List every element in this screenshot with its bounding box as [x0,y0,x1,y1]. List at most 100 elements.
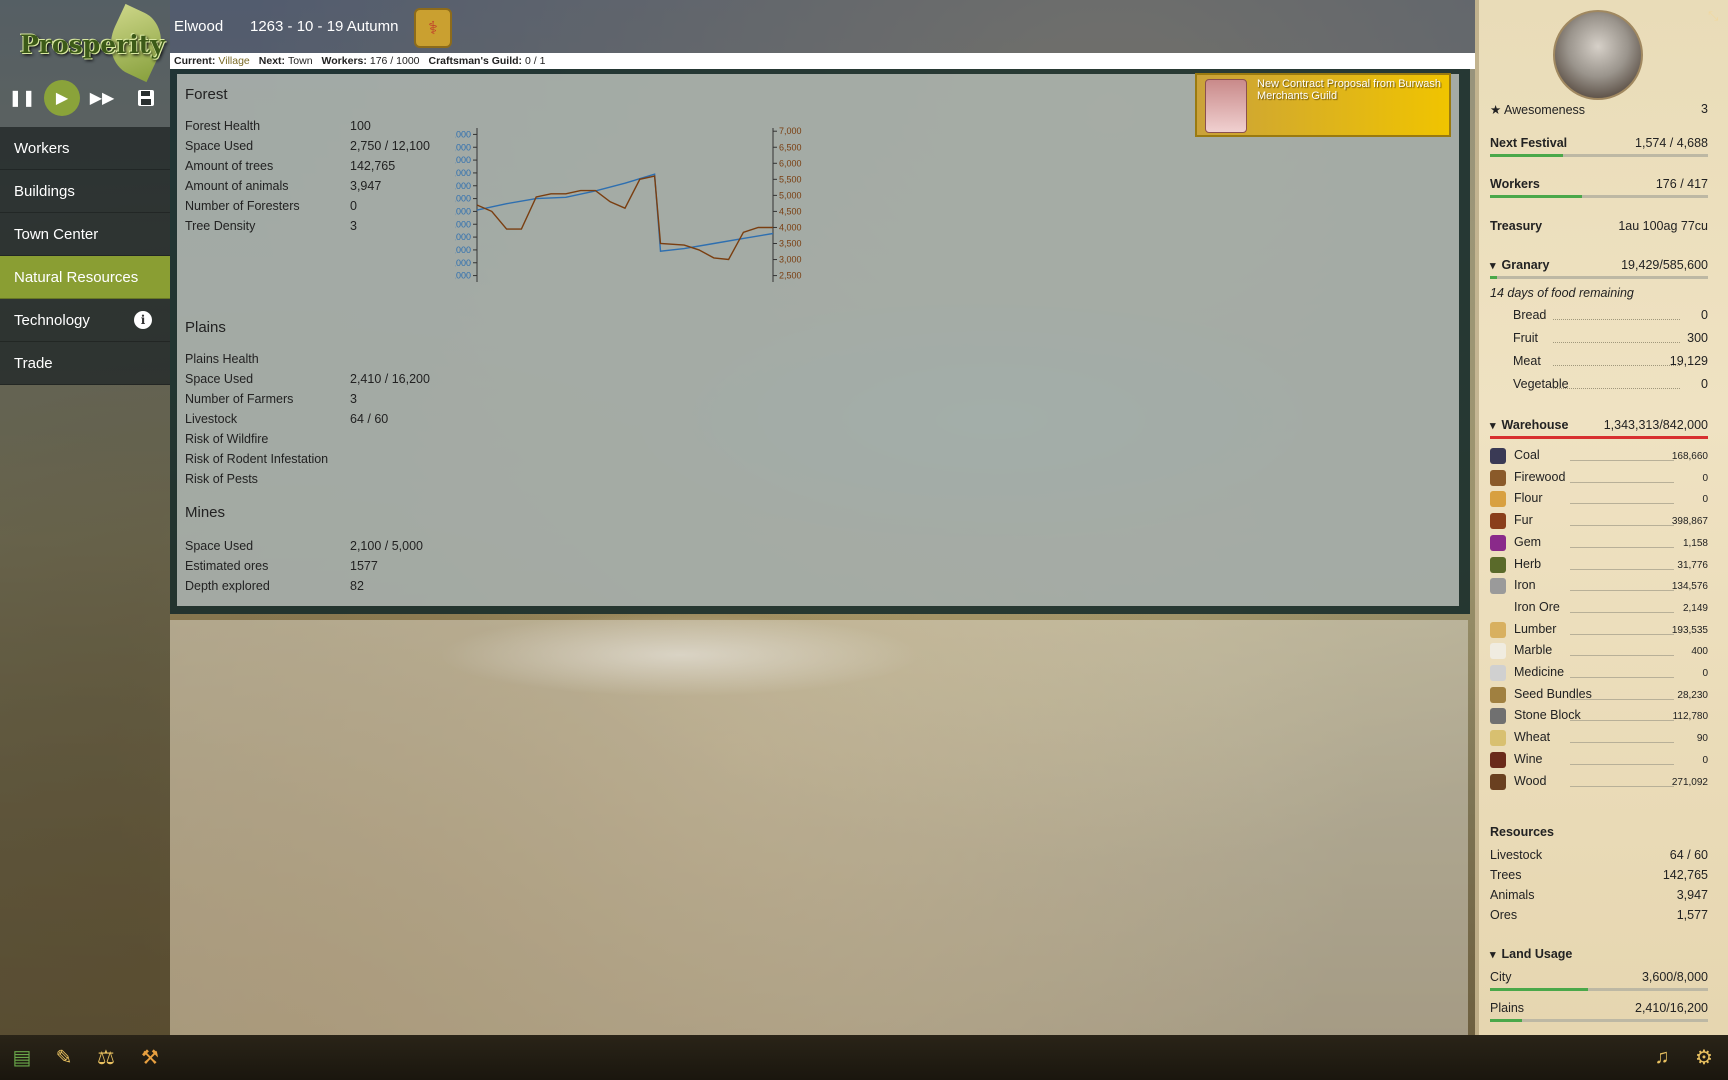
item-value: 400 [1691,646,1708,658]
nav-item-natural-resources[interactable]: Natural Resources [0,256,170,299]
row-label: Number of Farmers [185,392,294,406]
land-city-bar [1490,988,1708,991]
pause-icon[interactable]: ❚❚ [9,86,36,110]
granary-header[interactable]: ▾ Granary 19,429/585,600 [1490,258,1708,279]
row-value: 3 [350,392,357,406]
item-value: 31,776 [1677,559,1708,571]
scales-icon[interactable]: ⚖ [92,1043,120,1071]
current-value: Village [218,55,250,67]
top-header: Elwood 1263 - 10 - 19 Autumn ⚕ [170,0,1475,53]
land-row-city: City 3,600/8,000 [1490,970,1708,991]
fur-icon [1490,513,1506,530]
item-value: 271,092 [1671,776,1708,788]
fast-forward-icon[interactable]: ▶▶ [90,86,115,110]
nav-item-buildings[interactable]: Buildings [0,170,170,213]
advisor-badge-icon[interactable]: ⚕ [414,8,452,48]
right-axis-tick-label: 5,500 [779,174,802,184]
nav-item-label: Town Center [14,225,99,243]
gavel-icon[interactable]: ⚒ [136,1043,164,1071]
medicine-icon [1490,665,1506,681]
wheat-icon [1490,730,1506,747]
resource-row: Ores 1,577 [1490,908,1708,924]
contract-notification[interactable]: New Contract Proposal from Burwash Merch… [1195,73,1451,137]
gear-icon[interactable]: ⚙ [1690,1043,1718,1071]
land-row-plains: Plains 2,410/16,200 [1490,1001,1708,1022]
granary-item: Meat 19,129 [1513,354,1708,370]
warehouse-item: Iron Ore 2,149 [1490,599,1708,617]
land-usage-header[interactable]: ▾ Land Usage [1490,947,1708,963]
fullscreen-icon[interactable]: ⤡ [1708,8,1722,23]
item-value: 1,158 [1682,537,1708,549]
panel-edge [1475,0,1479,1035]
warehouse-capacity-fill [1490,436,1708,439]
natural-resources-panel: Forest Forest Health 100 Space Used 2,750 … [170,69,1470,614]
item-label: Fur [1514,513,1533,528]
mines-row: Estimated ores 1577 [185,559,378,573]
left-axis-tick-label: 120,000 [455,258,471,268]
item-value: 300 [1687,331,1708,345]
flour-icon [1490,491,1506,508]
item-label: Bread [1513,308,1547,322]
item-label: Gem [1514,534,1542,549]
row-label: Tree Density [185,219,256,233]
info-icon[interactable]: i [134,311,152,329]
forest-title: Forest [185,86,228,103]
granary-item: Vegetable 0 [1513,377,1708,393]
resource-row: Animals 3,947 [1490,888,1708,904]
forest-row: Tree Density 3 [185,219,357,233]
workers-progress-bar [1490,195,1708,198]
workers-label: Workers [1490,177,1540,191]
warehouse-item: Herb 31,776 [1490,556,1708,574]
save-icon[interactable] [134,86,158,110]
firewood-icon [1490,469,1506,486]
resource-row: Trees 142,765 [1490,868,1708,884]
warehouse-item: Marble 400 [1490,642,1708,660]
row-value: 142,765 [350,159,396,173]
forest-row: Number of Foresters 0 [185,199,357,213]
music-icon[interactable]: ♫ [1648,1043,1676,1071]
item-label: Meat [1513,354,1541,368]
row-label: Amount of trees [185,159,274,173]
resource-label: Livestock [1490,848,1543,862]
nav-item-town-center[interactable]: Town Center [0,213,170,256]
row-label: Space Used [185,139,254,153]
warehouse-item: Lumber 193,535 [1490,621,1708,639]
ledger-icon[interactable]: ▤ [8,1043,36,1071]
nav-item-workers[interactable]: Workers [0,127,170,170]
item-label: Herb [1514,556,1542,571]
resource-value: 1,577 [1676,908,1708,922]
warehouse-header[interactable]: ▾ Warehouse 1,343,313/842,000 [1490,418,1708,439]
left-axis-tick-label: 170,000 [455,194,471,204]
item-value: 2,149 [1682,602,1708,614]
warehouse-label: ▾ Warehouse [1490,418,1568,432]
item-label: Wheat [1514,730,1551,745]
item-label: Iron [1514,578,1536,593]
left-axis-tick-label: 110,000 [455,271,471,281]
resources-header: Resources [1490,825,1708,841]
warehouse-item: Wheat 90 [1490,729,1708,747]
play-icon[interactable]: ▶ [44,80,80,116]
nav-item-technology[interactable]: Technology i [0,299,170,342]
trees-series-line [476,173,774,252]
scroll-icon[interactable]: ✎ [50,1043,78,1071]
main-nav: Workers Buildings Town Center Natural Re… [0,127,170,385]
wine-icon [1490,751,1506,768]
forest-row: Amount of animals 3,947 [185,179,381,193]
plains-row: Space Used 2,410 / 16,200 [185,372,430,386]
left-axis-tick-label: 190,000 [455,168,471,178]
mines-title: Mines [185,504,226,521]
right-axis-tick-label: 6,000 [779,158,802,168]
ruler-portrait[interactable] [1553,10,1643,100]
nav-item-trade[interactable]: Trade [0,342,170,385]
right-axis-tick-label: 4,500 [779,206,802,216]
festival-label: Next Festival [1490,136,1568,150]
festival-progress-bar [1490,154,1708,157]
item-label: Marble [1514,643,1553,658]
row-value: 3,947 [350,179,382,193]
warehouse-item: Stone Block 112,780 [1490,707,1708,725]
festival-progress-fill [1490,154,1564,157]
bottom-toolbar: ▤ ✎ ⚖ ⚒ ♫ ⚙ [0,1035,1728,1080]
workers-row: Workers 176 / 417 [1490,177,1708,198]
warehouse-item: Wood 271,092 [1490,773,1708,791]
food-remaining-text: 14 days of food remaining [1490,286,1634,300]
